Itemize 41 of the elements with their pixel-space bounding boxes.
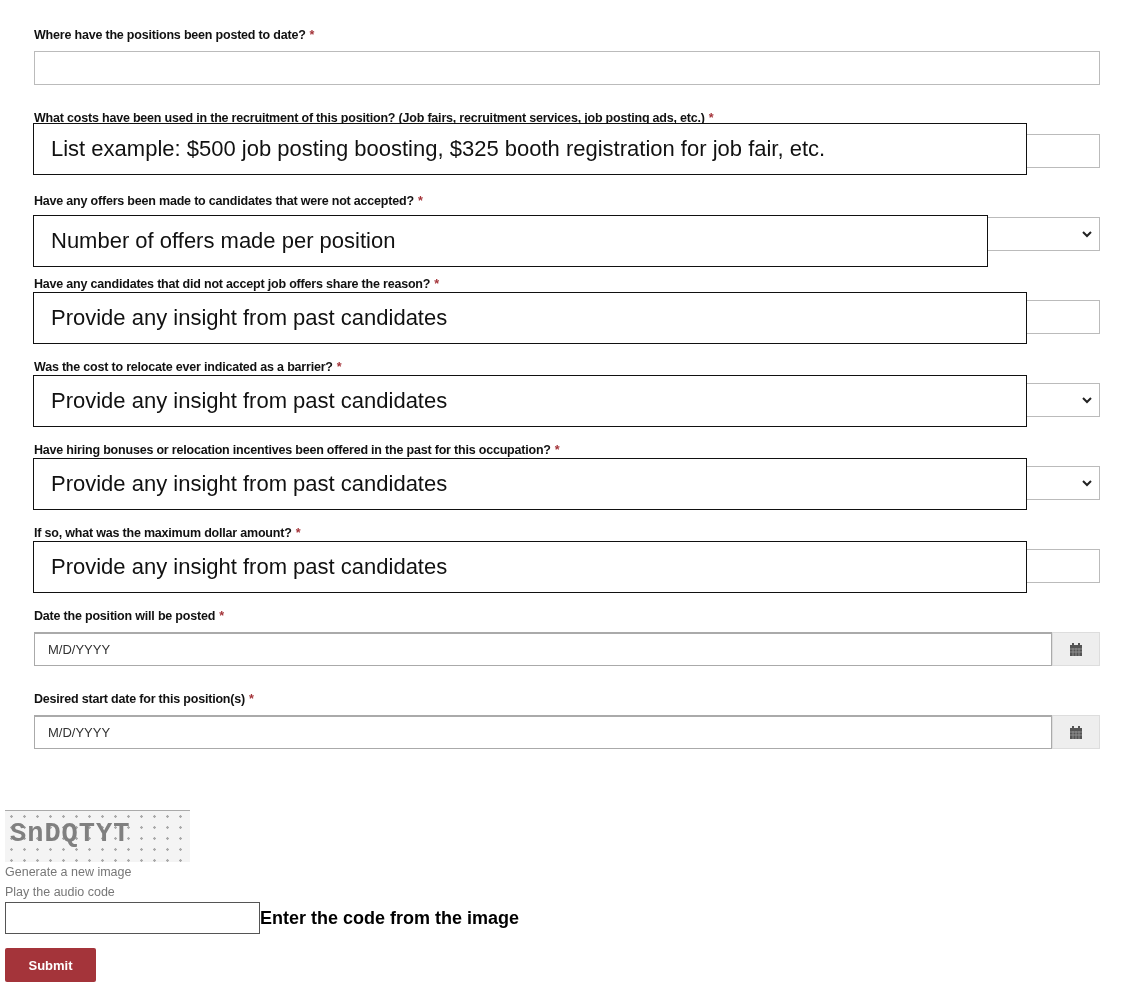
- required-mark: *: [219, 609, 224, 623]
- field-label: Where have the positions been posted to date?: [34, 28, 306, 42]
- code-input-field[interactable]: [5, 902, 260, 934]
- annotation-tooltip: Provide any insight from past candidates: [33, 292, 1027, 344]
- date-field[interactable]: M/D/YYYY: [34, 632, 1052, 666]
- required-mark: *: [417, 194, 423, 208]
- field-label: Have any offers been made to candidates that were not accepted?: [34, 194, 414, 208]
- annotation-tooltip: Provide any insight from past candidates: [33, 541, 1027, 593]
- annotation-tooltip: Number of offers made per position: [33, 215, 988, 267]
- field-label: Date the position will be posted: [34, 609, 216, 623]
- date-placeholder: M/D/YYYY: [48, 725, 111, 740]
- required-mark: *: [309, 28, 315, 42]
- calendar-button[interactable]: [1052, 632, 1100, 666]
- code-input-label: Enter the code from the image: [260, 907, 520, 929]
- chevron-down-icon: [1081, 395, 1093, 405]
- captcha-link[interactable]: Generate a new image: [5, 862, 1126, 882]
- field-label: Desired start date for this position(s): [34, 692, 245, 706]
- captcha-code: SnDQTYT: [10, 819, 131, 849]
- required-mark: *: [249, 692, 254, 706]
- field-label: Was the cost to relocate ever indicated as a barrier?: [34, 360, 333, 374]
- text-field[interactable]: [34, 51, 1100, 85]
- required-mark: *: [434, 277, 439, 291]
- required-mark: *: [554, 443, 560, 457]
- annotation-tooltip: List example: $500 job posting boosting, $325 booth registration for job fair, etc.: [33, 123, 1027, 175]
- calendar-icon: [1070, 725, 1082, 739]
- chevron-down-icon: [1081, 478, 1093, 488]
- date-placeholder: M/D/YYYY: [48, 642, 111, 657]
- submit-button[interactable]: Submit: [5, 948, 96, 982]
- required-mark: *: [295, 526, 301, 540]
- date-field[interactable]: M/D/YYYY: [34, 715, 1052, 749]
- required-mark: *: [336, 360, 342, 374]
- field-label: If so, what was the maximum dollar amount?: [34, 526, 292, 540]
- chevron-down-icon: [1081, 229, 1093, 239]
- field-label: Have hiring bonuses or relocation incentives been offered in the past for this occupation?: [34, 443, 551, 457]
- calendar-button[interactable]: [1052, 715, 1100, 749]
- captcha-link[interactable]: Play the audio code: [5, 882, 1126, 902]
- field-label: Have any candidates that did not accept job offers share the reason?: [34, 277, 431, 291]
- calendar-icon: [1070, 642, 1082, 656]
- annotation-tooltip: Provide any insight from past candidates: [33, 458, 1027, 510]
- required-mark: *: [708, 111, 714, 125]
- annotation-tooltip: Provide any insight from past candidates: [33, 375, 1027, 427]
